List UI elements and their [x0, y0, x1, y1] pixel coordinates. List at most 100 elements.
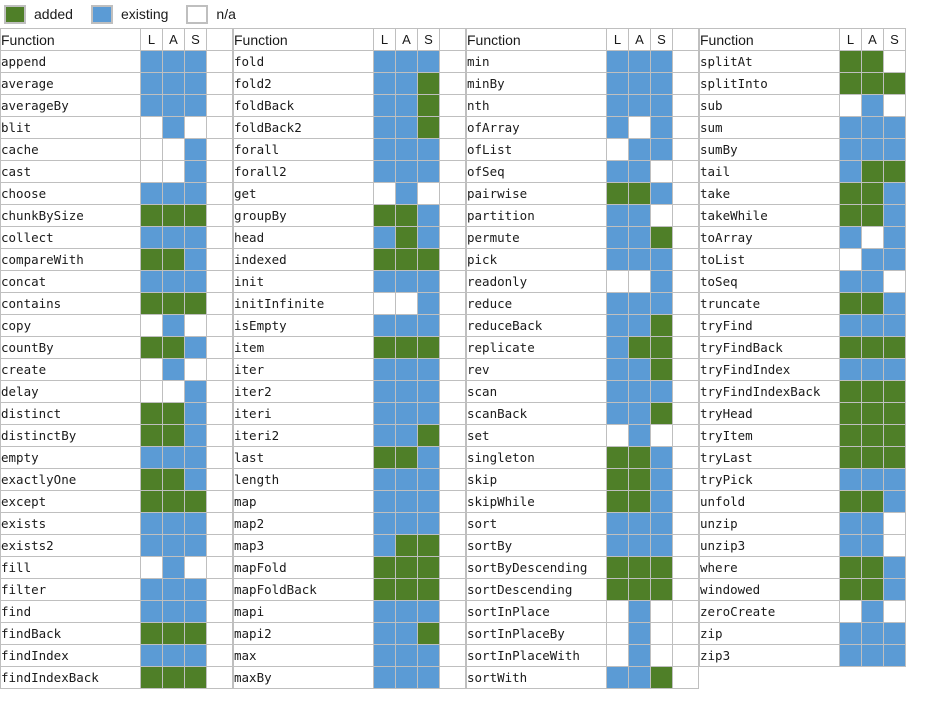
flag-cell-l-existing — [606, 666, 629, 689]
flag-cell-a-added — [162, 424, 185, 447]
table-row: toList — [699, 248, 906, 271]
table-gap — [672, 116, 699, 139]
table-row: foldBack — [233, 94, 466, 117]
flag-cell-s-existing — [184, 248, 207, 271]
flag-cell-l-existing — [839, 358, 862, 381]
function-name-cell: fold — [233, 50, 374, 73]
column-header-flag-s: S — [417, 28, 440, 51]
table-row: forall — [233, 138, 466, 161]
table-row: scanBack — [466, 402, 699, 425]
flag-cell-l-existing — [606, 336, 629, 359]
function-name-cell: empty — [0, 446, 141, 469]
flag-cell-l-added — [839, 402, 862, 425]
table-row: last — [233, 446, 466, 469]
table-gap — [206, 226, 233, 249]
function-name-cell: take — [699, 182, 840, 205]
table-gap — [206, 160, 233, 183]
table-gap — [672, 358, 699, 381]
table-row: iter — [233, 358, 466, 381]
flag-cell-l-existing — [140, 534, 163, 557]
table-gap — [439, 666, 466, 689]
flag-cell-s-added — [650, 556, 673, 579]
flag-cell-s-existing — [883, 556, 906, 579]
flag-cell-a-existing — [395, 490, 418, 513]
flag-cell-a-added — [861, 490, 884, 513]
flag-cell-l-existing — [140, 270, 163, 293]
table-row: collect — [0, 226, 233, 249]
flag-cell-l-existing — [606, 72, 629, 95]
flag-cell-s-na — [184, 556, 207, 579]
table-gap — [206, 94, 233, 117]
flag-cell-s-existing — [883, 204, 906, 227]
table-row: sortInPlaceWith — [466, 644, 699, 667]
flag-cell-s-existing — [650, 468, 673, 491]
table-gap — [672, 270, 699, 293]
flag-cell-s-existing — [417, 314, 440, 337]
table-gap — [206, 336, 233, 359]
table-gap — [672, 314, 699, 337]
function-name-cell: filter — [0, 578, 141, 601]
function-name-cell: rev — [466, 358, 607, 381]
table-row: ofSeq — [466, 160, 699, 183]
table-row: sortInPlace — [466, 600, 699, 623]
flag-cell-a-existing — [628, 204, 651, 227]
table-row: ofList — [466, 138, 699, 161]
flag-cell-s-existing — [184, 402, 207, 425]
function-name-cell: exactlyOne — [0, 468, 141, 491]
table-gap — [672, 204, 699, 227]
flag-cell-a-existing — [395, 380, 418, 403]
flag-cell-l-existing — [839, 138, 862, 161]
table-row: partition — [466, 204, 699, 227]
function-tables-grid: Function L A Sappend average averageBy blit cac… — [0, 28, 926, 689]
table-row: initInfinite — [233, 292, 466, 315]
flag-cell-l-existing — [606, 160, 629, 183]
flag-cell-a-added — [861, 50, 884, 73]
column-header-flag-l: L — [606, 28, 629, 51]
function-name-cell: head — [233, 226, 374, 249]
flag-cell-s-added — [883, 402, 906, 425]
table-header-row: Function L A S — [699, 28, 906, 51]
function-name-cell: get — [233, 182, 374, 205]
flag-cell-a-existing — [628, 402, 651, 425]
column-header-flag-a: A — [395, 28, 418, 51]
function-name-cell: mapi — [233, 600, 374, 623]
table-gap — [439, 556, 466, 579]
table-row: sort — [466, 512, 699, 535]
flag-cell-s-existing — [184, 578, 207, 601]
flag-cell-l-added — [140, 468, 163, 491]
function-name-cell: mapi2 — [233, 622, 374, 645]
table-row: indexed — [233, 248, 466, 271]
function-name-cell: iter — [233, 358, 374, 381]
flag-cell-l-added — [839, 336, 862, 359]
table-row: compareWith — [0, 248, 233, 271]
flag-cell-s-existing — [417, 270, 440, 293]
flag-cell-l-existing — [606, 248, 629, 271]
flag-cell-s-existing — [650, 512, 673, 535]
flag-cell-s-existing — [883, 644, 906, 667]
function-name-cell: iteri2 — [233, 424, 374, 447]
flag-cell-l-existing — [373, 116, 396, 139]
flag-cell-l-na — [606, 600, 629, 623]
flag-cell-l-existing — [606, 226, 629, 249]
function-name-cell: isEmpty — [233, 314, 374, 337]
flag-cell-s-existing — [184, 336, 207, 359]
table-row: mapFold — [233, 556, 466, 579]
flag-cell-s-na — [650, 424, 673, 447]
flag-cell-l-na — [606, 270, 629, 293]
flag-cell-l-existing — [373, 622, 396, 645]
table-gap — [206, 28, 233, 51]
table-row: cache — [0, 138, 233, 161]
flag-cell-a-existing — [395, 644, 418, 667]
column-header-flag-s: S — [650, 28, 673, 51]
column-header-flag-s: S — [883, 28, 906, 51]
table-gap — [206, 490, 233, 513]
flag-cell-l-existing — [373, 50, 396, 73]
table-gap — [439, 226, 466, 249]
flag-cell-a-existing — [395, 402, 418, 425]
flag-cell-a-existing — [861, 314, 884, 337]
table-gap — [206, 468, 233, 491]
flag-cell-a-existing — [628, 94, 651, 117]
flag-cell-l-na — [140, 314, 163, 337]
table-gap — [206, 248, 233, 271]
table-gap — [206, 556, 233, 579]
